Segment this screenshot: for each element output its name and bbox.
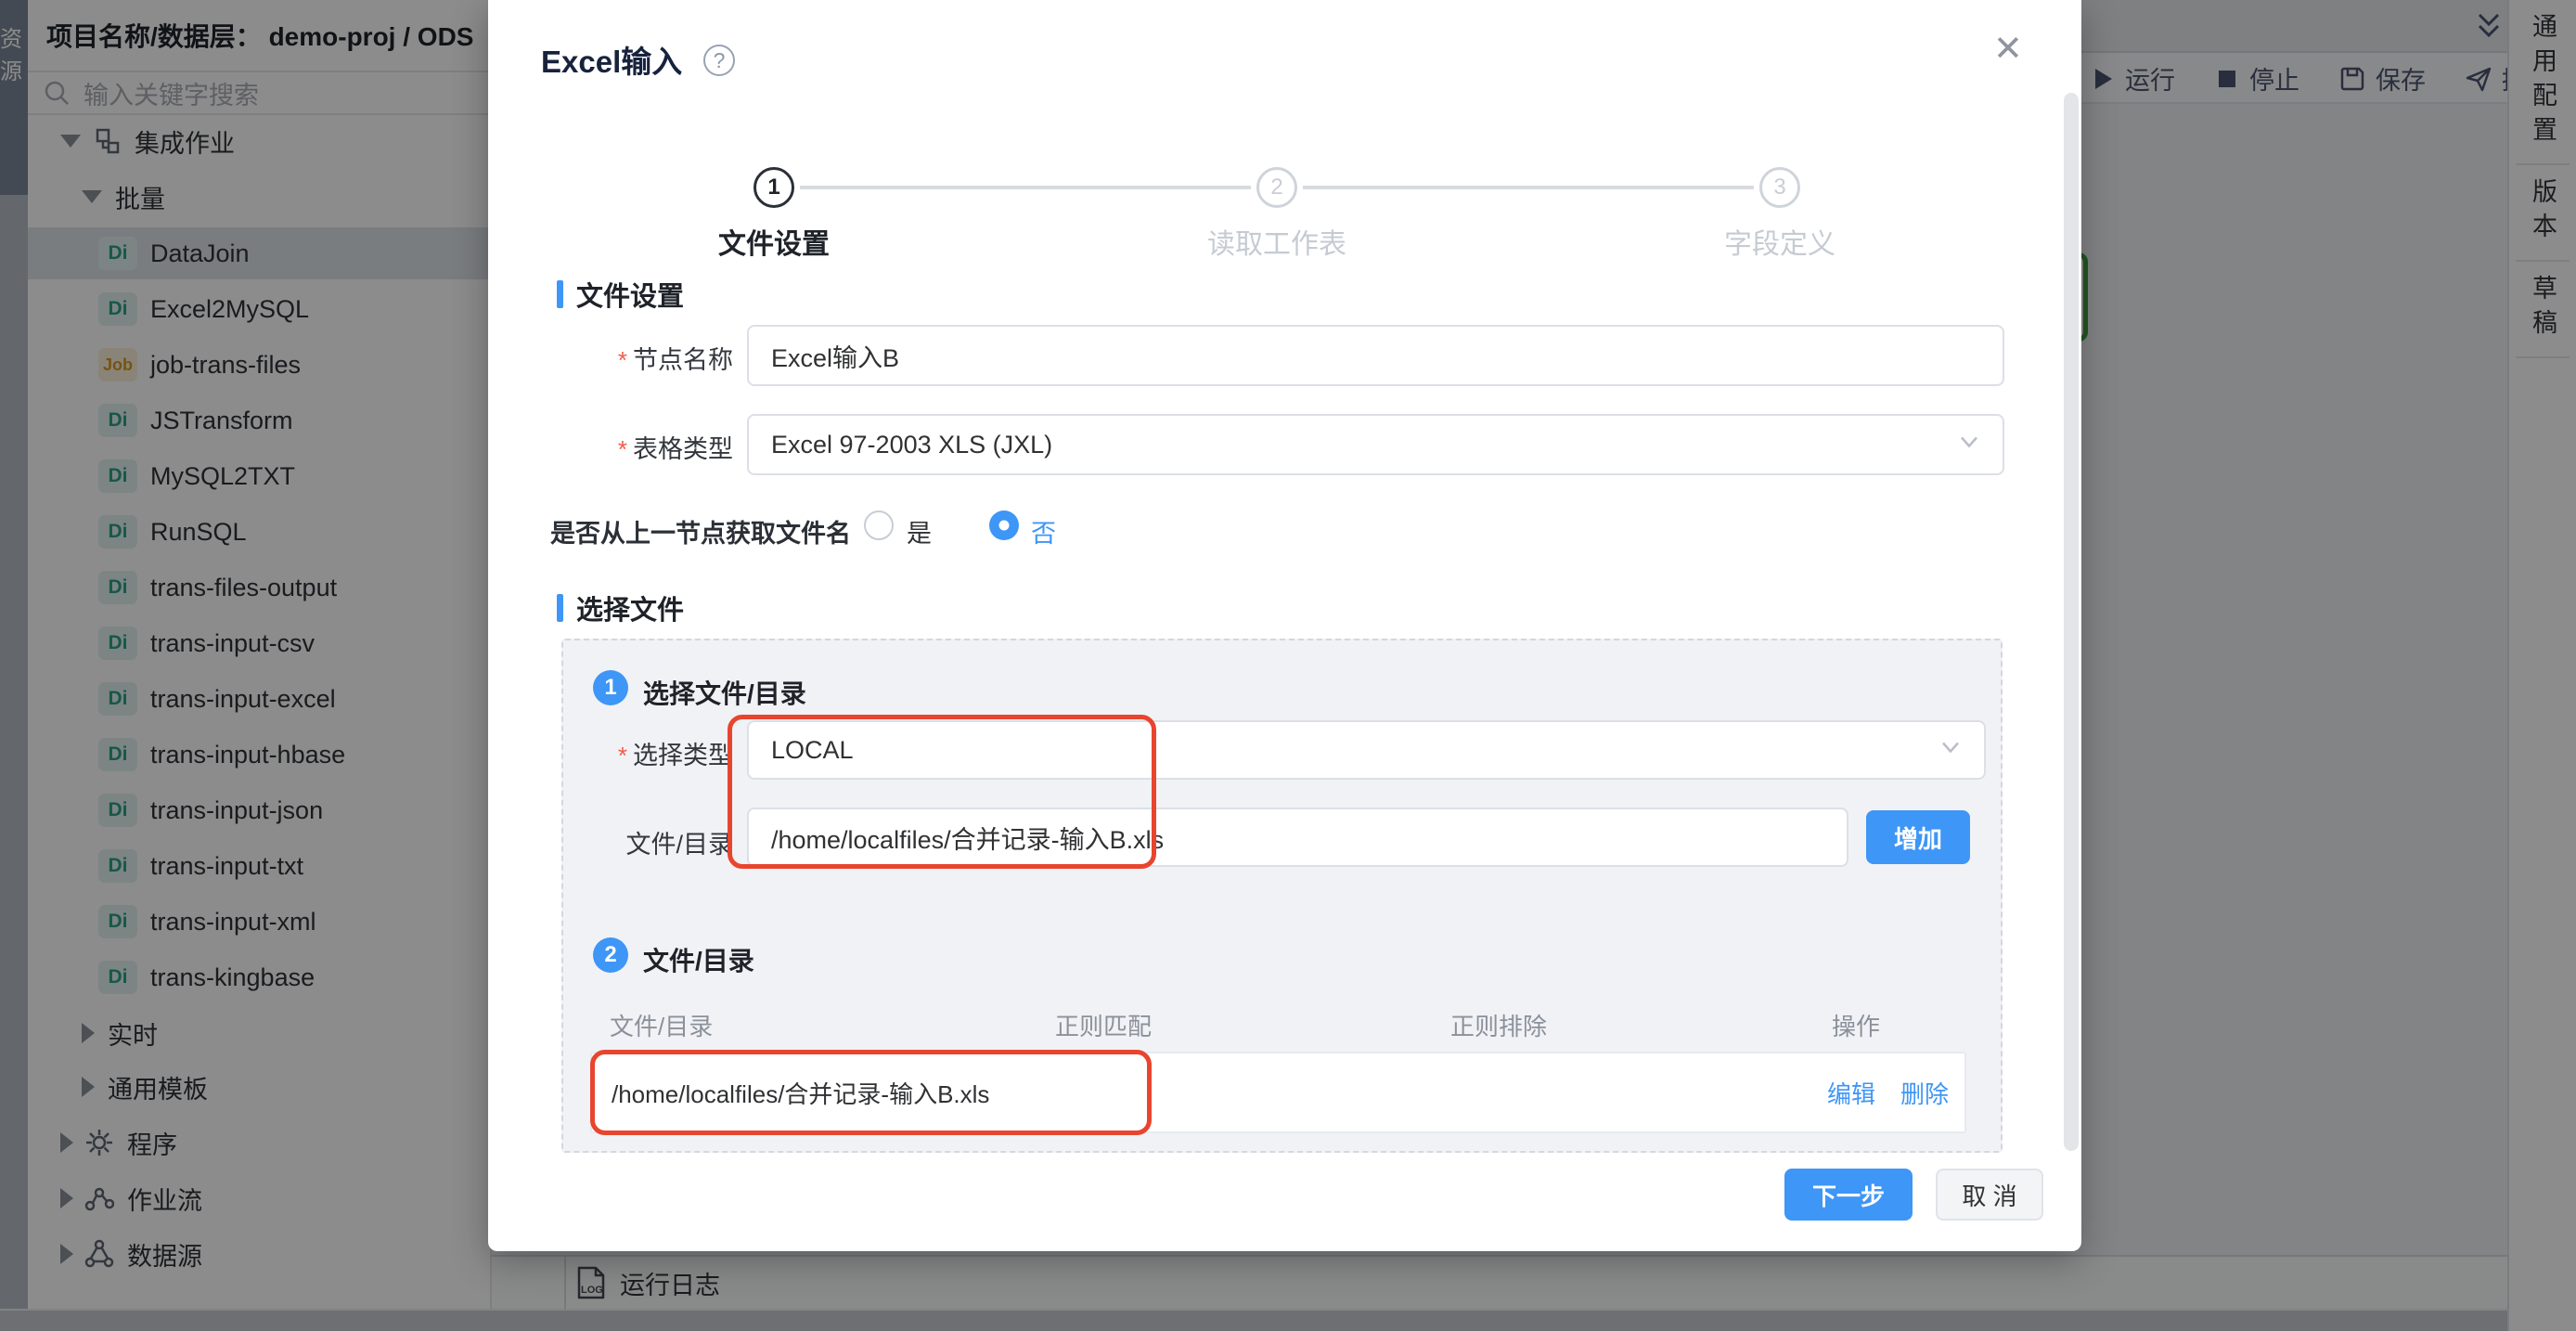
step-3-label: 字段定义 xyxy=(1641,221,1919,262)
node-name-input[interactable]: Excel输入B xyxy=(747,325,2004,386)
step-connector xyxy=(800,186,1251,189)
col-header-actions: 操作 xyxy=(1832,1008,1880,1042)
node-name-label: *节点名称 xyxy=(538,340,733,376)
radio-yes-label[interactable]: 是 xyxy=(907,513,932,549)
add-button[interactable]: 增加 xyxy=(1866,810,1970,864)
help-glyph: ? xyxy=(714,48,726,73)
picker-step-2-circle: 2 xyxy=(593,937,628,973)
radio-no[interactable] xyxy=(989,510,1019,540)
annotation-box-2 xyxy=(590,1050,1152,1135)
modal-title: Excel输入 xyxy=(541,37,682,82)
chevron-down-icon xyxy=(1938,734,1964,767)
table-type-value: Excel 97-2003 XLS (JXL) xyxy=(771,431,1052,459)
picker-step-1-circle: 1 xyxy=(593,670,628,705)
step-1-circle: 1 xyxy=(753,167,794,208)
step-2-circle: 2 xyxy=(1256,167,1297,208)
section-title: 选择文件 xyxy=(576,588,684,627)
section-select-file: 选择文件 xyxy=(557,588,684,627)
cancel-button[interactable]: 取 消 xyxy=(1936,1169,2043,1221)
col-header-file-dir: 文件/目录 xyxy=(610,1008,713,1042)
next-step-button[interactable]: 下一步 xyxy=(1784,1169,1913,1221)
close-icon[interactable]: ✕ xyxy=(1993,32,2023,67)
close-glyph: ✕ xyxy=(1993,30,2023,69)
edit-link[interactable]: 编辑 xyxy=(1827,1053,1875,1131)
help-icon[interactable]: ? xyxy=(703,45,735,76)
step-1-label: 文件设置 xyxy=(635,221,913,262)
section-title: 文件设置 xyxy=(576,275,684,314)
radio-no-label[interactable]: 否 xyxy=(1031,513,1056,549)
node-name-value: Excel输入B xyxy=(771,338,899,374)
radio-yes[interactable] xyxy=(864,510,894,540)
picker-step-1-title: 选择文件/目录 xyxy=(643,674,806,711)
col-header-regex-exclude: 正则排除 xyxy=(1450,1008,1547,1042)
table-type-label: *表格类型 xyxy=(538,429,733,465)
chevron-down-icon xyxy=(1956,429,1982,461)
col-header-regex-match: 正则匹配 xyxy=(1055,1008,1152,1042)
step-3-circle: 3 xyxy=(1759,167,1800,208)
delete-link[interactable]: 删除 xyxy=(1900,1053,1949,1131)
picker-step-2-title: 文件/目录 xyxy=(643,941,754,978)
annotation-box-1 xyxy=(728,715,1156,869)
excel-input-modal: Excel输入 ? ✕ 1 2 3 文件设置 读取工作表 字段定义 文件设置 *… xyxy=(488,0,2081,1251)
modal-scrollbar[interactable] xyxy=(2064,93,2079,1151)
section-file-settings: 文件设置 xyxy=(557,275,684,314)
step-connector xyxy=(1303,186,1754,189)
app-root: 资源 项目名称/数据层： demo-proj / ODS 输入关键字搜索 集成作… xyxy=(0,0,2576,1331)
table-type-select[interactable]: Excel 97-2003 XLS (JXL) xyxy=(747,414,2004,475)
step-2-label: 读取工作表 xyxy=(1138,221,1416,262)
section-accent-bar xyxy=(557,594,563,622)
select-type-label: *选择类型 xyxy=(538,735,733,771)
file-dir-label: 文件/目录 xyxy=(538,824,733,860)
section-accent-bar xyxy=(557,280,563,308)
from-prev-node-label: 是否从上一节点获取文件名 xyxy=(550,513,851,549)
